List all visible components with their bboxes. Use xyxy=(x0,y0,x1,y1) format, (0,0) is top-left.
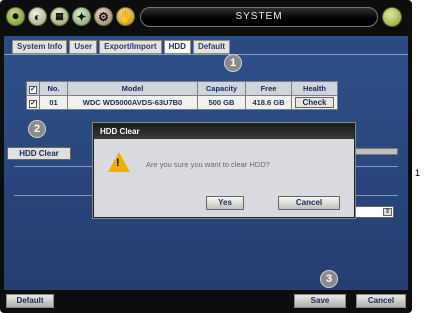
callout-badge-3: 3 xyxy=(320,270,338,288)
warning-icon: ! xyxy=(108,152,130,172)
settings-icon[interactable]: ⚙ xyxy=(94,7,113,26)
default-button[interactable]: Default xyxy=(6,294,54,308)
tab-default[interactable]: Default xyxy=(192,40,231,54)
column-header-free: Free xyxy=(245,81,292,96)
row-checkbox[interactable]: ✓ xyxy=(26,95,40,110)
dvr-window: ⏺ ◐ ▦ ✦ ⚙ ✋ SYSTEM System Info User Expo… xyxy=(0,0,412,313)
cell-capacity: 500 GB xyxy=(197,95,246,110)
bottom-bar: Default Save Cancel xyxy=(4,292,408,308)
hdd-table: ✓ No. Model Capacity Free Health ✓ 01 WD… xyxy=(26,81,338,110)
check-button[interactable]: Check xyxy=(295,97,334,108)
dialog-title: HDD Clear xyxy=(94,124,354,139)
value-spinner[interactable]: ⇕ xyxy=(354,206,394,218)
cell-free: 418.6 GB xyxy=(245,95,292,110)
tab-system-info[interactable]: System Info xyxy=(12,40,68,54)
callout-badge-2: 2 xyxy=(28,120,46,138)
checkbox-icon: ✓ xyxy=(29,99,37,108)
live-view-icon[interactable]: ⏺ xyxy=(6,7,25,26)
tab-export-import[interactable]: Export/Import xyxy=(99,40,162,54)
column-header-health: Health xyxy=(291,81,338,96)
column-header-model: Model xyxy=(67,81,198,96)
callout-badge-1: 1 xyxy=(224,54,242,72)
exit-icon[interactable] xyxy=(382,7,402,27)
save-button[interactable]: Save xyxy=(294,294,346,308)
cell-model: WDC WD5000AVDS-63U7B0 xyxy=(67,95,198,110)
hdd-clear-dialog: HDD Clear ! Are you sure you want to cle… xyxy=(93,123,355,218)
tab-hdd[interactable]: HDD xyxy=(163,40,191,54)
callout-line-label: 1 xyxy=(415,168,421,178)
dialog-cancel-button[interactable]: Cancel xyxy=(278,196,340,210)
tab-bar: System Info User Export/Import HDD Defau… xyxy=(12,40,231,54)
select-all-checkbox[interactable]: ✓ xyxy=(26,81,40,96)
window-title: SYSTEM xyxy=(140,7,378,27)
schedule-icon[interactable]: ▦ xyxy=(50,7,69,26)
network-icon[interactable]: ✦ xyxy=(72,7,91,26)
hdd-clear-button[interactable]: HDD Clear xyxy=(7,147,71,160)
progress-bar xyxy=(348,148,398,155)
playback-icon[interactable]: ◐ xyxy=(28,7,47,26)
cancel-button[interactable]: Cancel xyxy=(356,294,406,308)
alarm-icon[interactable]: ✋ xyxy=(116,7,135,26)
cell-no: 01 xyxy=(39,95,68,110)
yes-button[interactable]: Yes xyxy=(206,196,244,210)
tab-user[interactable]: User xyxy=(69,40,98,54)
top-toolbar: ⏺ ◐ ▦ ✦ ⚙ ✋ SYSTEM xyxy=(4,4,408,34)
spinner-arrow-icon[interactable]: ⇕ xyxy=(383,208,392,216)
column-header-capacity: Capacity xyxy=(197,81,246,96)
checkbox-icon: ✓ xyxy=(29,85,37,94)
table-row: ✓ 01 WDC WD5000AVDS-63U7B0 500 GB 418.6 … xyxy=(26,95,338,110)
dialog-message: Are you sure you want to clear HDD? xyxy=(146,160,270,169)
table-header-row: ✓ No. Model Capacity Free Health xyxy=(26,81,338,96)
cell-health: Check xyxy=(291,95,338,110)
column-header-no: No. xyxy=(39,81,68,96)
